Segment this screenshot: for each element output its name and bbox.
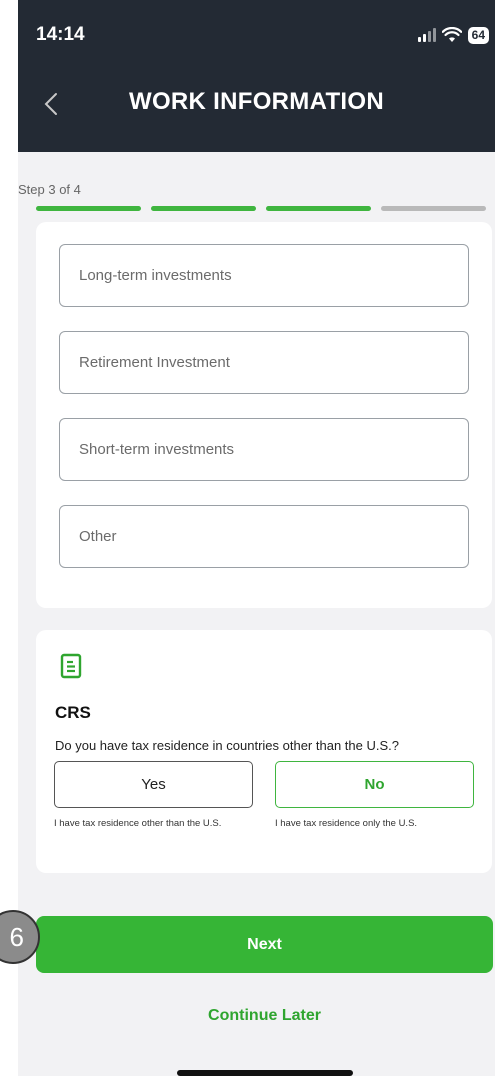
document-icon [60, 653, 82, 679]
status-icons: 64 [417, 24, 489, 46]
crs-question: Do you have tax residence in countries o… [55, 738, 399, 753]
continue-later-link[interactable]: Continue Later [36, 1007, 493, 1025]
battery-icon: 64 [467, 26, 489, 44]
wifi-icon [441, 27, 462, 42]
yes-hint: I have tax residence other than the U.S. [54, 818, 222, 829]
progress-segment-3 [266, 206, 371, 211]
crs-title: CRS [55, 703, 91, 722]
next-button[interactable]: Next [36, 916, 493, 973]
option-long-term-investments[interactable]: Long-term investments [59, 244, 469, 307]
option-short-term-investments[interactable]: Short-term investments [59, 418, 469, 481]
signal-icon [417, 28, 436, 42]
status-time: 14:14 [36, 24, 85, 45]
option-other[interactable]: Other [59, 505, 469, 568]
step-label: Step 3 of 4 [18, 182, 81, 197]
progress-segment-2 [151, 206, 256, 211]
progress-segment-4 [381, 206, 486, 211]
no-hint: I have tax residence only the U.S. [275, 818, 418, 829]
no-button[interactable]: No [275, 761, 474, 808]
option-retirement-investment[interactable]: Retirement Investment [59, 331, 469, 394]
app-header: 14:14 64 WORK INFORMATION [18, 0, 495, 152]
progress-segment-1 [36, 206, 141, 211]
progress-bar [36, 206, 486, 211]
yes-button[interactable]: Yes [54, 761, 253, 808]
page-title: WORK INFORMATION [129, 88, 384, 115]
home-indicator [177, 1070, 353, 1076]
